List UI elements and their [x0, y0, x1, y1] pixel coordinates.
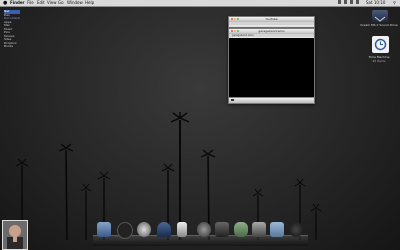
ipod-icon[interactable]	[177, 222, 187, 237]
zoom-button[interactable]	[237, 30, 239, 32]
close-button[interactable]	[231, 30, 233, 32]
trash-icon[interactable]	[289, 222, 303, 237]
minimize-button[interactable]	[234, 30, 236, 32]
camera-icon[interactable]	[117, 222, 133, 239]
mini-player-controls[interactable]	[229, 21, 314, 25]
clock-icon[interactable]	[137, 222, 151, 237]
video-area[interactable]	[229, 38, 314, 97]
alien-icon[interactable]	[234, 222, 248, 237]
time-machine-sublabel: 45 Items	[372, 59, 386, 63]
photo-thumbnail[interactable]	[2, 220, 28, 250]
photobooth-icon[interactable]	[215, 222, 229, 237]
video-info-bar: garageband.wmv	[229, 33, 314, 37]
disk-utility-icon[interactable]	[197, 222, 211, 237]
video-filename: garageband.wmv	[232, 34, 254, 37]
launchpad-icon[interactable]	[157, 222, 171, 237]
zoom-button[interactable]	[237, 18, 239, 20]
palm-tree	[310, 203, 322, 240]
play-button[interactable]	[231, 99, 234, 101]
drive-icon[interactable]	[372, 10, 388, 22]
minimize-button[interactable]	[234, 18, 236, 20]
playback-controls[interactable]	[229, 97, 314, 103]
mini-player-window[interactable]: YouTube	[228, 16, 315, 28]
time-machine-drive-icon[interactable]	[372, 36, 389, 53]
finder-icon[interactable]	[97, 222, 111, 237]
drive-label: Cream MS 2 Sound Drive	[360, 23, 398, 27]
palm-trees-decoration	[15, 112, 322, 241]
close-button[interactable]	[231, 18, 233, 20]
palm-tree	[80, 183, 92, 240]
downloads-icon[interactable]	[270, 222, 284, 237]
palm-tree	[58, 143, 74, 241]
time-machine-icon[interactable]	[252, 222, 266, 237]
palm-tree	[170, 112, 190, 240]
video-player-window[interactable]: garageband.wmv garageband.wmv	[228, 28, 315, 104]
